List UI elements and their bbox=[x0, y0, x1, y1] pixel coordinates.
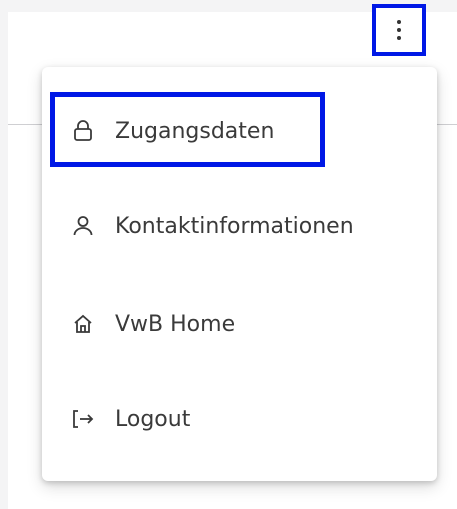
person-icon bbox=[72, 215, 94, 237]
menu-item-logout[interactable]: Logout bbox=[42, 389, 437, 449]
menu-item-label: Kontaktinformationen bbox=[115, 213, 354, 239]
menu-item-zugangsdaten[interactable]: Zugangsdaten bbox=[42, 101, 437, 161]
lock-icon bbox=[72, 120, 94, 142]
user-menu: Zugangsdaten Kontaktinformationen VwB Ho… bbox=[42, 67, 437, 481]
menu-item-label: Zugangsdaten bbox=[115, 118, 275, 144]
home-icon bbox=[72, 313, 94, 335]
more-options-button[interactable] bbox=[372, 4, 426, 56]
menu-item-label: Logout bbox=[115, 406, 191, 432]
menu-item-vwb-home[interactable]: VwB Home bbox=[42, 294, 437, 354]
menu-item-kontaktinformationen[interactable]: Kontaktinformationen bbox=[42, 196, 437, 256]
menu-item-label: VwB Home bbox=[115, 311, 236, 337]
more-vertical-icon bbox=[397, 20, 401, 40]
logout-icon bbox=[72, 408, 94, 430]
